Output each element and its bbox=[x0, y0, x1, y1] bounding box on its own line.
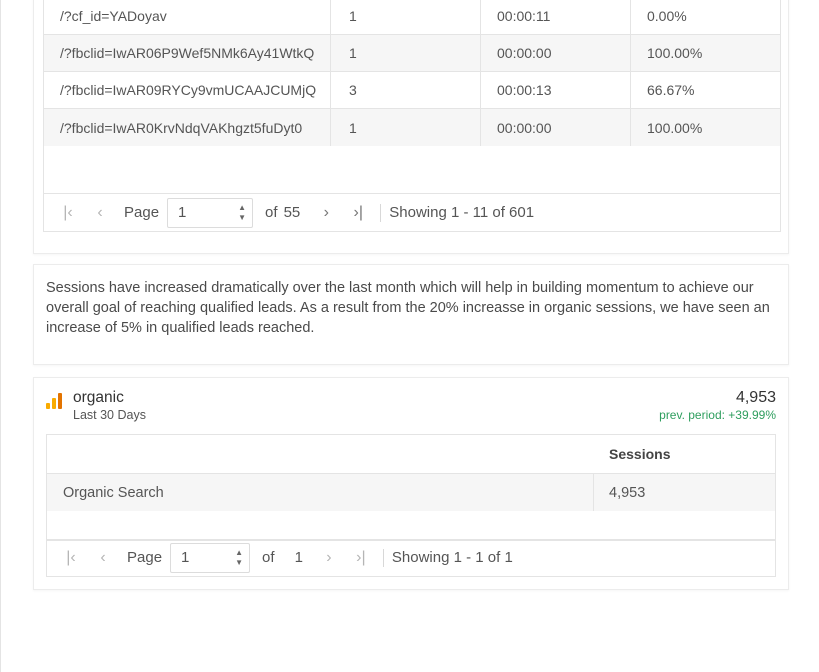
of-label: of bbox=[262, 549, 275, 566]
prev-page-icon[interactable]: ‹ bbox=[88, 204, 112, 222]
widget-date-range: Last 30 Days bbox=[73, 408, 146, 422]
page-number-value: 1 bbox=[181, 549, 190, 566]
of-label: of bbox=[265, 204, 278, 221]
commentary-card: Sessions have increased dramatically ove… bbox=[33, 264, 789, 365]
table-row[interactable]: /?fbclid=IwAR0KrvNdqVAKhgzt5fuDyt0 1 00:… bbox=[44, 109, 780, 146]
next-page-icon[interactable]: › bbox=[317, 549, 341, 567]
rate-cell: 100.00% bbox=[647, 119, 703, 136]
page-path-cell: /?fbclid=IwAR09RYCy9vmUCAAJCUMjQ bbox=[60, 82, 316, 98]
prev-page-icon[interactable]: ‹ bbox=[91, 549, 115, 567]
total-pages: 1 bbox=[294, 549, 303, 566]
last-page-icon[interactable]: ›| bbox=[346, 204, 370, 222]
rate-cell: 100.00% bbox=[647, 45, 703, 61]
organic-table: Sessions Organic Search 4,953 bbox=[46, 434, 776, 541]
duration-cell: 00:00:11 bbox=[481, 0, 631, 34]
sessions-cell: 1 bbox=[331, 35, 481, 71]
sessions-column-header[interactable]: Sessions bbox=[594, 435, 775, 473]
table-row[interactable]: Organic Search 4,953 bbox=[47, 474, 775, 511]
widget-prev-period: prev. period: +39.99% bbox=[659, 408, 776, 422]
page-label: Page bbox=[124, 204, 160, 221]
table-header: Sessions bbox=[47, 435, 775, 474]
table-row[interactable]: /?cf_id=YADoyav 1 00:00:11 0.00% bbox=[44, 0, 780, 35]
table-filler bbox=[47, 511, 775, 540]
pages-table-card: /?cf_id=YADoyav 1 00:00:11 0.00% /?fbcli… bbox=[33, 0, 789, 254]
widget-total-value: 4,953 bbox=[735, 389, 776, 406]
google-analytics-icon bbox=[46, 393, 62, 409]
commentary-text: Sessions have increased dramatically ove… bbox=[46, 280, 770, 336]
organic-table-pager: |‹ ‹ Page 1 ▲ ▼ of 1 › ›| Showing 1 - 1 o… bbox=[46, 539, 776, 577]
spinner-icon[interactable]: ▲ ▼ bbox=[238, 203, 246, 223]
spinner-icon[interactable]: ▲ ▼ bbox=[235, 548, 243, 568]
duration-cell: 00:00:00 bbox=[481, 109, 631, 146]
pages-table: /?cf_id=YADoyav 1 00:00:11 0.00% /?fbcli… bbox=[43, 0, 781, 194]
showing-range: Showing 1 - 1 of 1 bbox=[391, 549, 513, 566]
sessions-cell: 1 bbox=[331, 0, 481, 34]
page-number-input[interactable]: 1 ▲ ▼ bbox=[167, 197, 254, 228]
pager-divider bbox=[382, 548, 384, 567]
table-filler bbox=[44, 146, 780, 194]
rate-cell: 66.67% bbox=[647, 82, 695, 98]
page-label: Page bbox=[127, 549, 163, 566]
page-path-cell: /?cf_id=YADoyav bbox=[60, 8, 167, 24]
report-page: /?cf_id=YADoyav 1 00:00:11 0.00% /?fbcli… bbox=[0, 0, 819, 672]
table-row[interactable]: /?fbclid=IwAR06P9Wef5NMk6Ay41WtkQ 1 00:0… bbox=[44, 35, 780, 72]
page-path-cell: /?fbclid=IwAR06P9Wef5NMk6Ay41WtkQ bbox=[60, 45, 315, 61]
last-page-icon[interactable]: ›| bbox=[349, 549, 373, 567]
channel-cell: Organic Search bbox=[47, 474, 594, 511]
pager-divider bbox=[380, 203, 382, 222]
sessions-cell: 4,953 bbox=[609, 484, 646, 501]
rate-cell: 0.00% bbox=[647, 8, 687, 24]
table-row[interactable]: /?fbclid=IwAR09RYCy9vmUCAAJCUMjQ 3 00:00… bbox=[44, 72, 780, 109]
organic-card: organic Last 30 Days 4,953 prev. period:… bbox=[33, 377, 789, 590]
page-number-value: 1 bbox=[178, 204, 187, 221]
sessions-cell: 3 bbox=[331, 72, 481, 108]
first-page-icon[interactable]: |‹ bbox=[56, 204, 80, 222]
page-number-input[interactable]: 1 ▲ ▼ bbox=[170, 542, 251, 573]
duration-cell: 00:00:13 bbox=[481, 72, 631, 108]
widget-title: organic bbox=[73, 389, 124, 406]
pages-table-pager: |‹ ‹ Page 1 ▲ ▼ of 55 › ›| Showing 1 - 11… bbox=[43, 194, 781, 232]
page-path-cell: /?fbclid=IwAR0KrvNdqVAKhgzt5fuDyt0 bbox=[60, 119, 303, 136]
next-page-icon[interactable]: › bbox=[314, 204, 338, 222]
showing-range: Showing 1 - 11 of 601 bbox=[389, 204, 535, 221]
total-pages: 55 bbox=[283, 204, 301, 221]
first-page-icon[interactable]: |‹ bbox=[59, 549, 83, 567]
duration-cell: 00:00:00 bbox=[481, 35, 631, 71]
sessions-cell: 1 bbox=[331, 109, 481, 146]
